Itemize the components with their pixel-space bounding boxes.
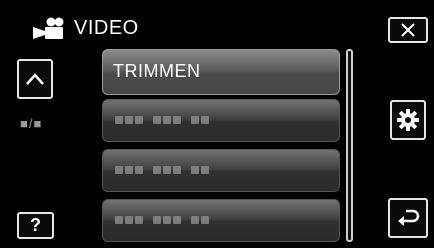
video-camera-icon <box>33 17 64 39</box>
gear-icon <box>397 109 419 131</box>
blank-label-placeholder <box>115 216 209 226</box>
menu-item[interactable] <box>102 149 340 192</box>
blank-label-placeholder <box>115 116 209 126</box>
page-indicator: ■/■ <box>20 116 43 131</box>
back-button[interactable] <box>388 198 428 238</box>
blank-label-placeholder <box>115 166 209 176</box>
menu-item[interactable] <box>102 199 340 242</box>
menu-item-label: TRIMMEN <box>113 61 201 81</box>
return-arrow-icon <box>398 209 420 226</box>
close-icon <box>401 23 415 37</box>
help-button[interactable]: ? <box>17 212 54 239</box>
close-button[interactable] <box>388 17 428 43</box>
scroll-up-button[interactable] <box>17 59 53 99</box>
menu-item-trimmen[interactable]: TRIMMEN <box>102 49 340 95</box>
menu-item[interactable] <box>102 99 340 142</box>
chevron-up-icon <box>26 73 44 85</box>
page-title: VIDEO <box>74 17 139 39</box>
settings-button[interactable] <box>390 100 426 140</box>
scrollbar[interactable] <box>346 49 353 242</box>
